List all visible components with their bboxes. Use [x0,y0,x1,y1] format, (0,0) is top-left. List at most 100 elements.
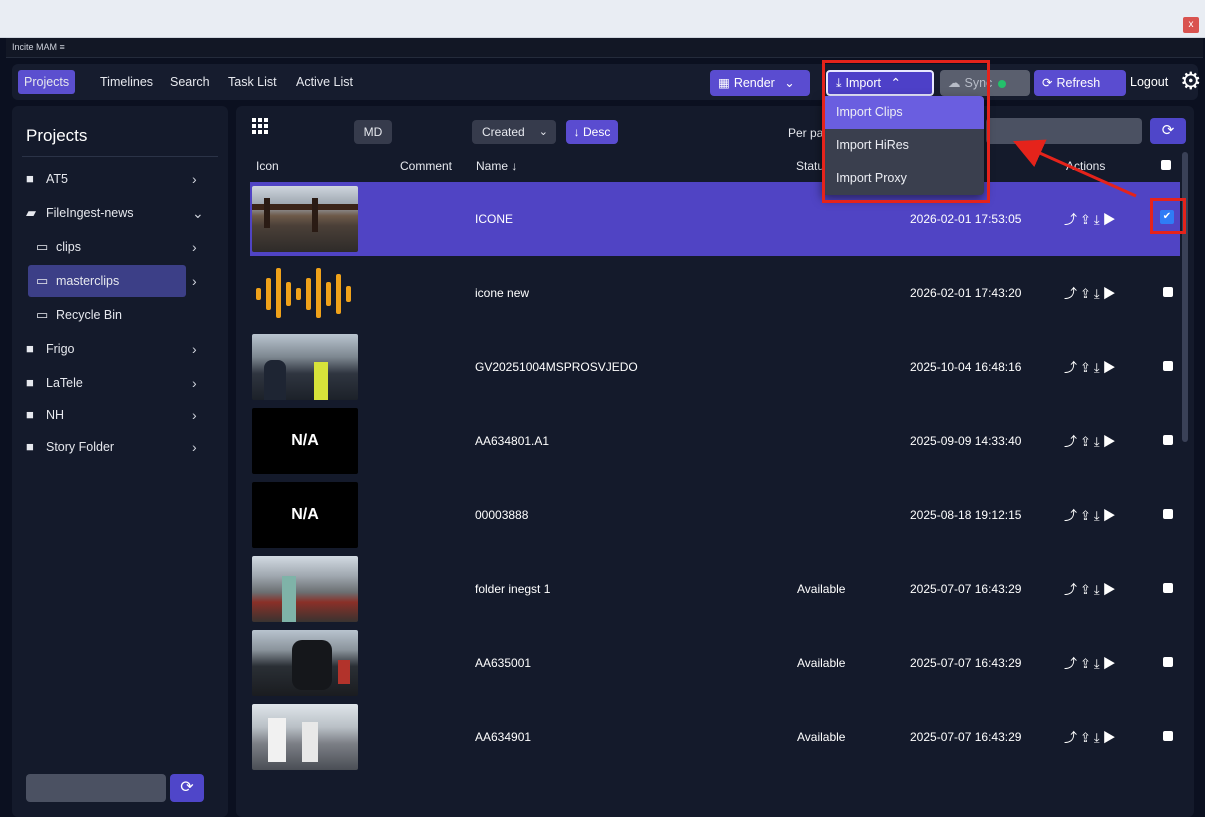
chevron-right-icon[interactable]: › [192,366,197,400]
table-row[interactable]: N/A AA634801.A1 2025-09-09 14:33:40 ⤴⇪⤓▶ [250,404,1180,478]
clip-date: 2025-07-07 16:43:29 [910,656,1022,670]
folder-icon: ■ [26,341,34,356]
sidebar-item-at5[interactable]: ■ AT5 › [12,162,228,196]
table-row[interactable]: AA635001 Available 2025-07-07 16:43:29 ⤴… [250,626,1180,700]
md-button[interactable]: MD [354,120,392,144]
sidebar-item-story-folder[interactable]: ■ Story Folder › [12,430,228,464]
logout-link[interactable]: Logout [1130,75,1168,89]
row-checkbox[interactable] [1163,509,1173,519]
hamburger-icon[interactable]: ≡ [60,42,65,52]
clip-name: AA635001 [475,656,532,670]
row-actions[interactable]: ⤴⇪⤓▶ [1064,653,1119,672]
folder-icon: ■ [26,375,34,390]
row-checkbox[interactable] [1163,287,1173,297]
table-row[interactable]: icone new 2026-02-01 17:43:20 ⤴⇪⤓▶ [250,256,1180,330]
clip-date: 2026-02-01 17:43:20 [910,286,1022,300]
table-refresh-button[interactable]: ⟳ [1150,118,1186,144]
tab-search[interactable]: Search [164,70,216,94]
chevron-right-icon[interactable]: › [192,398,197,432]
col-header-name[interactable]: Name ↓ [476,159,517,173]
clip-status: Available [797,730,846,744]
clip-date: 2025-07-07 16:43:29 [910,582,1022,596]
clips-panel: MD Created ⌄ ↓ Desc Per pag ⟳ Icon Comme… [236,106,1194,817]
clip-date: 2025-08-18 19:12:15 [910,508,1022,522]
row-checkbox[interactable] [1163,731,1173,741]
col-header-status[interactable]: Statu [796,159,824,173]
refresh-icon: ⟳ [1042,76,1053,90]
sidebar-item-clips[interactable]: ▭ clips › [12,230,228,264]
chevron-right-icon[interactable]: › [192,162,197,196]
table-row[interactable]: ICONE 2026-02-01 17:53:05 ⤴⇪⤓▶ ✔ [250,182,1180,256]
highlight-box-import [822,60,990,203]
row-actions[interactable]: ⤴⇪⤓▶ [1064,579,1119,598]
clip-thumbnail [252,556,358,622]
sidebar-item-nh[interactable]: ■ NH › [12,398,228,432]
clip-thumbnail [252,630,358,696]
chevron-right-icon[interactable]: › [192,230,197,264]
folder-icon: ■ [26,439,34,454]
row-checkbox[interactable] [1163,657,1173,667]
table-row[interactable]: GV20251004MSPROSVJEDO 2025-10-04 16:48:1… [250,330,1180,404]
folder-outline-icon: ▭ [36,239,49,254]
clip-name: folder inegst 1 [475,582,551,596]
tab-task-list[interactable]: Task List [222,70,283,94]
sidebar-item-recycle-bin[interactable]: ▭ Recycle Bin [12,298,228,332]
table-row[interactable]: N/A 00003888 2025-08-18 19:12:15 ⤴⇪⤓▶ [250,478,1180,552]
chevron-right-icon[interactable]: › [192,430,197,464]
folder-open-icon: ▰ [26,205,36,220]
row-checkbox[interactable] [1163,435,1173,445]
folder-icon: ■ [26,407,34,422]
scrollbar[interactable] [1182,152,1188,442]
film-icon: ▦ [718,76,730,90]
divider [22,156,218,157]
chevron-down-icon[interactable]: ⌄ [192,196,204,230]
tab-timelines[interactable]: Timelines [94,70,159,94]
filter-input[interactable] [986,118,1142,144]
tab-projects[interactable]: Projects [18,70,76,94]
sidebar-item-fileingest-news[interactable]: ▰ FileIngest-news ⌄ [12,196,228,230]
chevron-right-icon[interactable]: › [192,264,197,298]
folder-outline-icon: ▭ [36,307,49,322]
refresh-button[interactable]: ⟳ Refresh [1034,70,1126,96]
clip-date: 2026-02-01 17:53:05 [910,212,1022,226]
clip-thumbnail [252,186,358,252]
col-header-comment: Comment [400,159,453,173]
row-actions[interactable]: ⤴⇪⤓▶ [1064,727,1119,746]
row-actions[interactable]: ⤴⇪⤓▶ [1064,505,1119,524]
sidebar-title: Projects [26,126,88,145]
sort-direction-button[interactable]: ↓ Desc [566,120,618,144]
sidebar-refresh-button[interactable]: ⟳ [170,774,204,802]
row-actions[interactable]: ⤴⇪⤓▶ [1064,209,1119,228]
clip-name: AA634901 [475,730,532,744]
grid-view-icon[interactable] [252,118,268,134]
gear-icon[interactable]: ⚙ [1180,70,1202,94]
row-actions[interactable]: ⤴⇪⤓▶ [1064,431,1119,450]
highlight-box-checkbox [1150,198,1186,234]
col-header-actions: Actions [1066,159,1106,173]
no-thumbnail-placeholder: N/A [252,482,358,548]
render-button[interactable]: ▦ Render ⌄ [710,70,810,96]
chevron-right-icon[interactable]: › [192,332,197,366]
sort-select[interactable]: Created ⌄ [472,120,556,144]
window-close-button[interactable]: x [1183,17,1199,33]
clip-thumbnail [252,704,358,770]
sidebar-search-input[interactable] [26,774,166,802]
row-checkbox[interactable] [1163,361,1173,371]
table-row[interactable]: AA634901 Available 2025-07-07 16:43:29 ⤴… [250,700,1180,774]
clip-thumbnail [252,334,358,400]
top-nav: Projects Timelines Search Task List Acti… [12,64,1202,100]
sidebar-item-masterclips[interactable]: ▭ masterclips › [12,264,228,298]
row-checkbox[interactable] [1163,583,1173,593]
row-actions[interactable]: ⤴⇪⤓▶ [1064,283,1119,302]
row-actions[interactable]: ⤴⇪⤓▶ [1064,357,1119,376]
clip-date: 2025-07-07 16:43:29 [910,730,1022,744]
clip-name: icone new [475,286,530,300]
tab-active-list[interactable]: Active List [290,70,359,94]
table-row[interactable]: folder inegst 1 Available 2025-07-07 16:… [250,552,1180,626]
app-frame: Projects Timelines Search Task List Acti… [6,58,1203,817]
chevron-down-icon: ⌄ [538,126,548,138]
select-all-checkbox[interactable] [1161,160,1171,170]
sidebar-item-latele[interactable]: ■ LaTele › [12,366,228,400]
no-thumbnail-placeholder: N/A [252,408,358,474]
sidebar-item-frigo[interactable]: ■ Frigo › [12,332,228,366]
